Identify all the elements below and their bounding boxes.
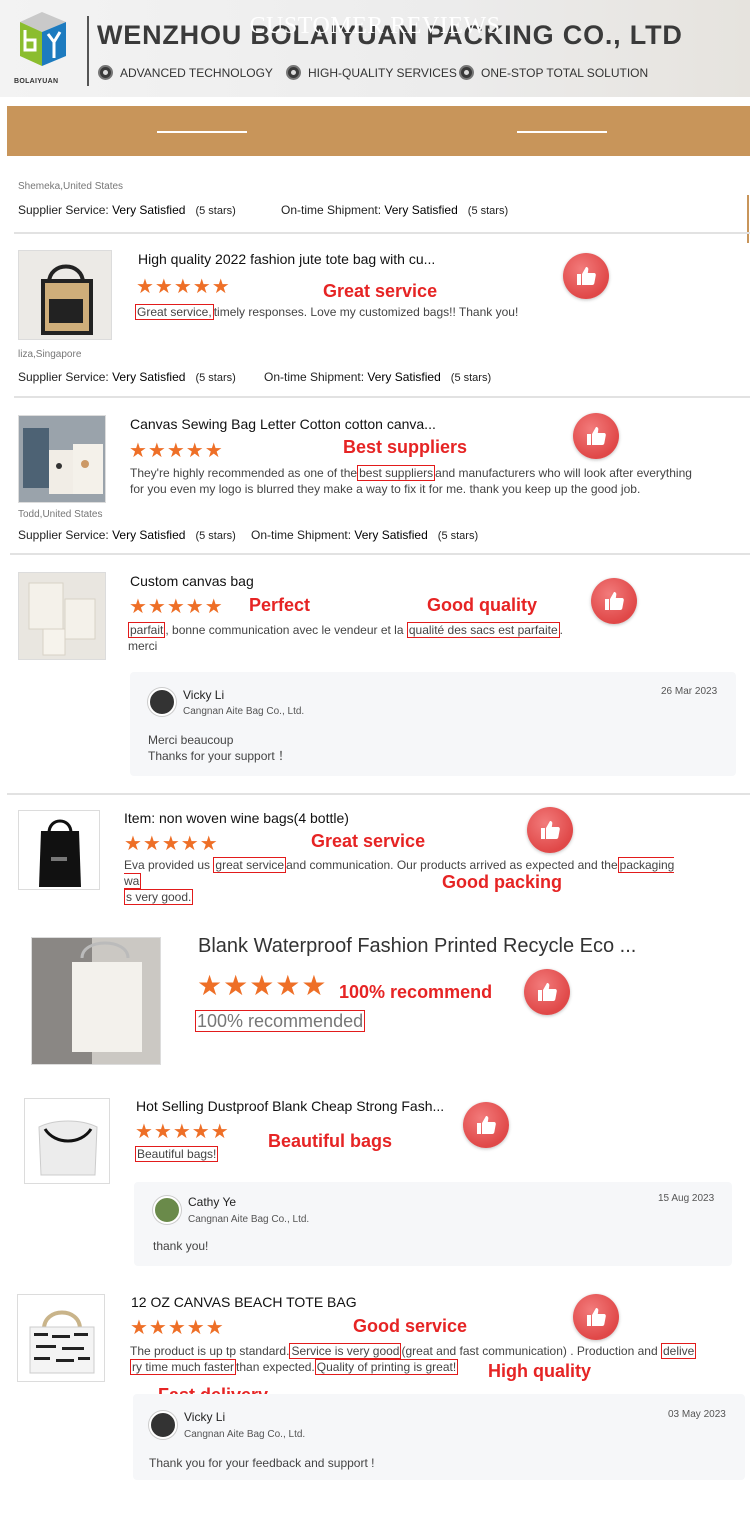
product-image-beach-tote[interactable]	[17, 1294, 105, 1382]
product-image-wine-bags[interactable]	[18, 810, 100, 890]
thumbs-up-icon	[527, 807, 573, 853]
avatar	[148, 688, 176, 716]
reply-author: Vicky Li	[183, 688, 225, 702]
highlight-label-service: Good service	[353, 1316, 468, 1336]
service-icon	[286, 65, 301, 80]
reply-text: Merci beaucoup Thanks for your support ！	[148, 733, 291, 763]
ontime-shipment-rating: On-time Shipment: Very Satisfied (5 star…	[251, 528, 479, 542]
feature-one-stop-solution: ONE-STOP TOTAL SOLUTION	[459, 65, 648, 80]
ontime-shipment-rating: On-time Shipment: Very Satisfied (5 star…	[264, 370, 492, 384]
highlight-label-service: Great service	[311, 831, 426, 851]
product-title[interactable]: 12 OZ CANVAS BEACH TOTE BAG	[131, 1294, 357, 1310]
supplier-service-rating: Supplier Service: Very Satisfied (5 star…	[18, 203, 236, 217]
star-rating: ★★★★★	[135, 1121, 230, 1143]
thumbs-up-icon	[463, 1102, 509, 1148]
reviewer-name: liza,Singapore	[18, 349, 82, 360]
review-text: 100% recommended	[195, 1010, 366, 1032]
reviewer-name: Todd,United States	[18, 509, 103, 520]
thumbs-up-icon	[563, 253, 609, 299]
review-divider	[10, 553, 750, 555]
thumbs-up-icon	[573, 1294, 619, 1340]
product-title[interactable]: Custom canvas bag	[130, 573, 254, 589]
supplier-service-rating: Supplier Service: Very Satisfied (5 star…	[18, 528, 236, 542]
product-title[interactable]: Item: non woven wine bags(4 bottle)	[124, 810, 349, 826]
review-divider	[14, 232, 750, 234]
highlight-label-packing: Good packing	[442, 872, 563, 892]
review-text: They're highly recommended as one of the…	[130, 465, 692, 496]
highlight-label: Great service	[323, 281, 438, 301]
banner-title: CUSTOMER REVIEWS	[249, 13, 501, 39]
feature-high-quality-services: HIGH-QUALITY SERVICES	[286, 65, 457, 80]
reply-text: Thank you for your feedback and support …	[149, 1456, 375, 1470]
reviewer-name: Shemeka,United States	[18, 181, 124, 192]
star-rating: ★★★★★	[197, 970, 328, 1001]
highlight-label: 100% recommend	[339, 982, 493, 1002]
review-text: Beautiful bags!	[135, 1146, 219, 1162]
diamond-icon	[459, 65, 474, 80]
product-image-dustproof-bag[interactable]	[24, 1098, 110, 1184]
highlight-label-perfect: Perfect	[249, 595, 311, 615]
thumbs-up-icon	[591, 578, 637, 624]
thumbs-up-icon	[524, 969, 570, 1015]
product-title[interactable]: High quality 2022 fashion jute tote bag …	[138, 251, 435, 267]
reply-author: Vicky Li	[184, 1410, 226, 1424]
product-title[interactable]: Blank Waterproof Fashion Printed Recycle…	[198, 935, 636, 958]
banner-line-right	[517, 131, 607, 133]
review-divider	[7, 793, 750, 795]
product-title[interactable]: Canvas Sewing Bag Letter Cotton cotton c…	[130, 416, 436, 432]
product-image-custom-canvas[interactable]	[18, 572, 106, 660]
edge-marker	[747, 195, 749, 243]
product-image-canvas-bags[interactable]	[18, 415, 106, 503]
avatar	[153, 1196, 181, 1224]
reply-company: Cangnan Aite Bag Co., Ltd.	[184, 1429, 306, 1440]
product-image-jute-tote[interactable]	[18, 250, 112, 340]
review-text: parfait, bonne communication avec le ven…	[128, 622, 563, 653]
star-rating: ★★★★★	[130, 1317, 225, 1339]
product-title[interactable]: Hot Selling Dustproof Blank Cheap Strong…	[136, 1098, 444, 1114]
review-text: Eva provided us great service and communi…	[124, 857, 675, 905]
product-image-waterproof-bag[interactable]	[31, 937, 161, 1065]
gear-icon	[98, 65, 113, 80]
review-divider	[14, 396, 750, 398]
thumbs-up-icon	[573, 413, 619, 459]
star-rating: ★★★★★	[124, 833, 219, 855]
star-rating: ★★★★★	[129, 440, 224, 462]
feature-advanced-technology: ADVANCED TECHNOLOGY	[98, 65, 273, 80]
banner-line-left	[157, 131, 247, 133]
reply-date: 15 Aug 2023	[658, 1193, 715, 1204]
reply-date: 03 May 2023	[668, 1409, 726, 1420]
reviews-banner	[7, 106, 750, 156]
review-text: The product is up tp standard. Service is…	[130, 1343, 697, 1375]
reply-company: Cangnan Aite Bag Co., Ltd.	[183, 706, 305, 717]
avatar	[149, 1411, 177, 1439]
reply-date: 26 Mar 2023	[661, 686, 718, 697]
star-rating: ★★★★★	[136, 276, 231, 298]
supplier-service-rating: Supplier Service: Very Satisfied (5 star…	[18, 370, 236, 384]
logo-text: BOLAIYUAN	[14, 78, 59, 85]
review-text: Great service, timely responses. Love my …	[135, 304, 519, 320]
reply-company: Cangnan Aite Bag Co., Ltd.	[188, 1214, 310, 1225]
star-rating: ★★★★★	[129, 596, 224, 618]
highlight-label-quality: High quality	[488, 1361, 591, 1381]
ontime-shipment-rating: On-time Shipment: Very Satisfied (5 star…	[281, 203, 509, 217]
reply-author: Cathy Ye	[188, 1195, 237, 1209]
highlight-label: Beautiful bags	[268, 1131, 393, 1151]
highlight-label-quality: Good quality	[427, 595, 537, 615]
reply-text: thank you!	[153, 1239, 209, 1253]
highlight-label: Best suppliers	[343, 437, 468, 457]
